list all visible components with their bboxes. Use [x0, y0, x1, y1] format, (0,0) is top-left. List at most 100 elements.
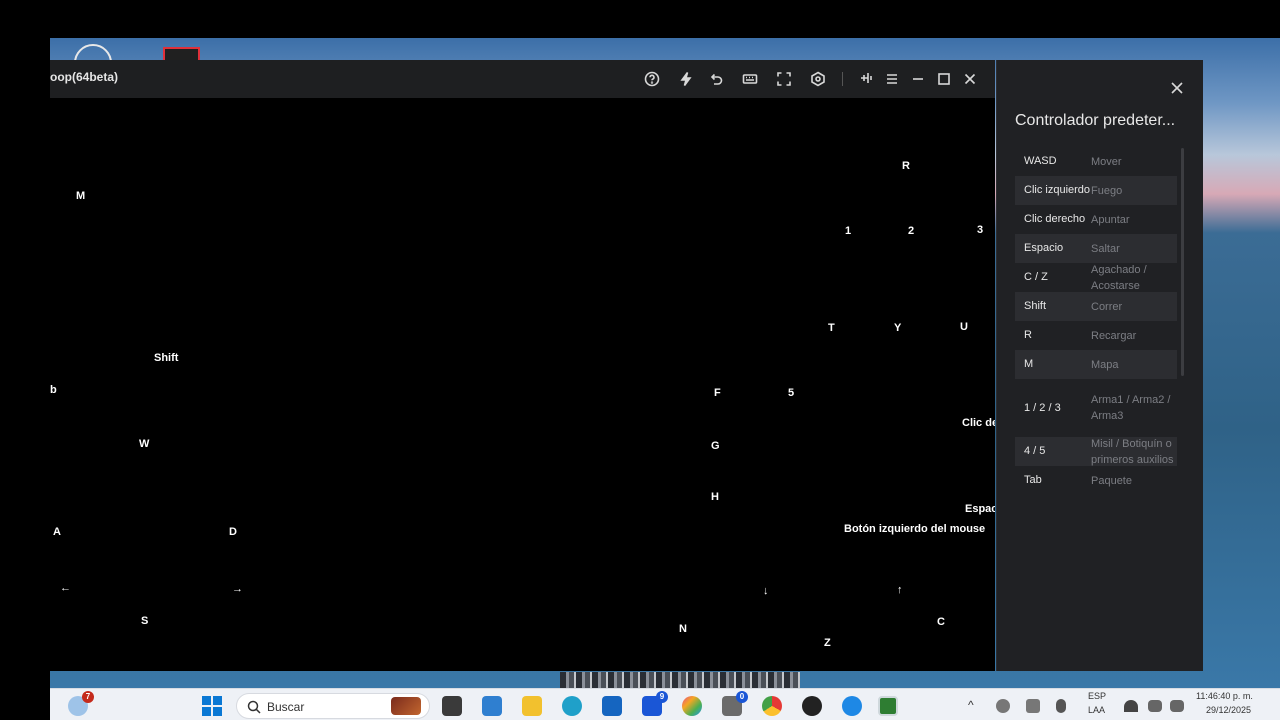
store-icon[interactable] — [602, 696, 622, 716]
clock-time[interactable]: 11:46:40 p. m. — [1196, 691, 1253, 701]
key-label-s[interactable]: S — [141, 615, 148, 627]
key-label-m[interactable]: M — [76, 190, 85, 202]
minimize-icon[interactable] — [908, 69, 928, 89]
key-label-shift[interactable]: Shift — [154, 352, 178, 364]
task-view-icon[interactable] — [442, 696, 462, 716]
widgets-app-icon[interactable] — [482, 696, 502, 716]
mapping-row[interactable]: C / Z Agachado / Acostarse — [1015, 263, 1177, 292]
mapping-action: Paquete — [1091, 474, 1132, 487]
mapping-action: Mapa — [1091, 358, 1119, 371]
wifi-icon[interactable] — [1124, 700, 1138, 712]
mapping-row[interactable]: 4 / 5 Misil / Botiquín o primeros auxilio… — [1015, 437, 1177, 466]
key-label-5[interactable]: 5 — [788, 387, 794, 399]
mapping-row[interactable]: WASD Mover — [1015, 147, 1177, 176]
search-icon — [247, 700, 261, 714]
tray-chevron-icon[interactable]: ^ — [968, 698, 974, 712]
mapping-row[interactable]: R Recargar — [1015, 321, 1177, 350]
microphone-icon[interactable] — [1056, 699, 1066, 713]
app-badge-9: 9 — [656, 691, 668, 703]
language-line-2[interactable]: LAA — [1088, 705, 1105, 715]
language-line-1[interactable]: ESP — [1088, 691, 1106, 701]
maximize-icon[interactable] — [934, 69, 954, 89]
key-label-w[interactable]: W — [139, 438, 149, 450]
mapping-action: Recargar — [1091, 329, 1137, 342]
mapping-row[interactable]: Tab Paquete — [1015, 466, 1177, 490]
list-scrollbar[interactable] — [1181, 148, 1184, 376]
edge-icon[interactable] — [562, 696, 582, 716]
screen: oop(64beta) R M 1 2 3 T Y U Shift b F 5 … — [0, 0, 1280, 720]
key-label-u[interactable]: U — [960, 321, 968, 333]
key-label-arrow-up[interactable]: ↑ — [897, 584, 903, 596]
key-label-y[interactable]: Y — [894, 322, 901, 334]
pin-icon[interactable] — [856, 69, 876, 89]
lightning-icon[interactable] — [676, 69, 696, 89]
mapping-row[interactable]: Clic derecho Apuntar — [1015, 205, 1177, 234]
key-label-n[interactable]: N — [679, 623, 687, 635]
key-label-a[interactable]: A — [53, 526, 61, 538]
tray-app-icon-2[interactable] — [1026, 699, 1040, 713]
chrome-icon[interactable] — [762, 696, 782, 716]
key-label-c[interactable]: C — [937, 616, 945, 628]
mapping-action: Agachado / Acostarse — [1091, 263, 1147, 292]
mapping-action: Arma1 / Arma2 / Arma3 — [1091, 394, 1171, 422]
copilot-icon[interactable] — [682, 696, 702, 716]
mapping-row[interactable]: Shift Correr — [1015, 292, 1177, 321]
tray-app-icon-1[interactable] — [996, 699, 1010, 713]
mapping-row[interactable]: Espacio Saltar — [1015, 234, 1177, 263]
mapping-key: R — [1024, 329, 1032, 341]
panel-close-icon[interactable] — [1169, 80, 1185, 96]
key-label-arrow-down[interactable]: ↓ — [763, 585, 769, 597]
keyboard-icon[interactable] — [740, 69, 760, 89]
shield-app-icon[interactable]: 0 — [722, 691, 748, 716]
key-label-espacio[interactable]: Espac — [965, 503, 995, 515]
clock-date[interactable]: 29/12/2025 — [1206, 705, 1251, 715]
key-label-1[interactable]: 1 — [845, 225, 851, 237]
title-bar[interactable]: oop(64beta) — [50, 60, 995, 98]
volume-icon[interactable] — [1148, 700, 1162, 712]
key-label-z[interactable]: Z — [824, 637, 831, 649]
mapping-key: 1 / 2 / 3 — [1024, 401, 1061, 414]
controller-panel: Controlador predeter... WASD Mover Clic iz… — [996, 60, 1203, 671]
key-label-arrow-right[interactable]: → — [232, 583, 243, 595]
weather-icon[interactable]: 7 — [68, 691, 94, 716]
taskbar-search[interactable]: Buscar — [236, 693, 430, 719]
close-icon[interactable] — [960, 69, 980, 89]
help-icon[interactable] — [642, 69, 662, 89]
gamepad-icon[interactable] — [808, 69, 828, 89]
window-title: oop(64beta) — [50, 70, 119, 84]
obs-icon[interactable] — [802, 696, 822, 716]
windows-start-icon[interactable] — [202, 696, 222, 716]
key-label-f[interactable]: F — [714, 387, 721, 399]
mapping-key: 4 / 5 — [1024, 445, 1046, 457]
edge-beta-icon[interactable] — [842, 696, 862, 716]
mapping-action: Mover — [1091, 155, 1122, 168]
key-label-clic[interactable]: Clic de — [962, 417, 995, 429]
key-label-g[interactable]: G — [711, 440, 720, 452]
mapping-key: C / Z — [1024, 271, 1048, 283]
desktop-icon-red[interactable] — [163, 47, 200, 61]
undo-icon[interactable] — [706, 69, 726, 89]
menu-icon[interactable] — [882, 69, 902, 89]
file-explorer-icon[interactable] — [522, 696, 542, 716]
taskbar: 7 Buscar 9 0 ^ ESP LAA 11:46:40 p. m. 29… — [50, 688, 1280, 720]
key-label-boton-izquierdo[interactable]: Botón izquierdo del mouse — [844, 523, 985, 535]
key-label-h[interactable]: H — [711, 491, 719, 503]
key-label-2[interactable]: 2 — [908, 225, 914, 237]
battery-icon[interactable] — [1170, 700, 1184, 712]
mapping-key: Shift — [1024, 300, 1047, 312]
mapping-row[interactable]: Clic izquierdo Fuego — [1015, 176, 1177, 205]
key-label-arrow-left[interactable]: ← — [60, 582, 71, 594]
key-mapping-list[interactable]: WASD Mover Clic izquierdo Fuego Clic derecho… — [1015, 147, 1177, 490]
mapping-row[interactable]: 1 / 2 / 3 Arma1 / Arma2 / Arma3 — [1015, 379, 1177, 437]
key-label-t[interactable]: T — [828, 322, 835, 334]
key-label-r[interactable]: R — [902, 160, 910, 172]
fullscreen-icon[interactable] — [774, 69, 794, 89]
app-l-icon[interactable]: 9 — [642, 691, 668, 716]
game-screen[interactable]: R M 1 2 3 T Y U Shift b F 5 Clic de W G … — [50, 98, 995, 671]
key-label-d[interactable]: D — [229, 526, 237, 538]
mapping-key: Tab — [1024, 474, 1042, 486]
mapping-row[interactable]: M Mapa — [1015, 350, 1177, 379]
key-label-b[interactable]: b — [50, 384, 57, 396]
key-label-3[interactable]: 3 — [977, 224, 983, 236]
emulator-app-icon[interactable] — [878, 696, 898, 716]
